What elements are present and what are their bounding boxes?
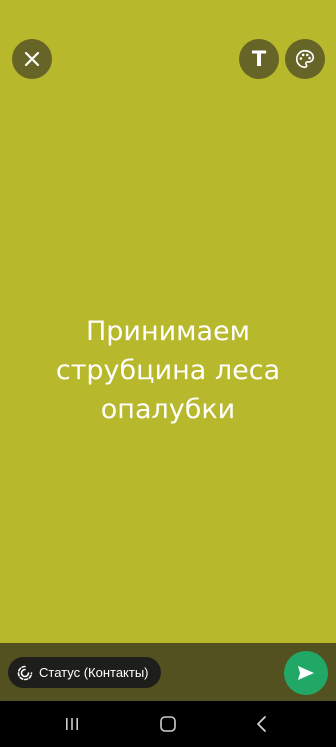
- send-icon: [296, 663, 316, 683]
- status-canvas[interactable]: T Принимаем струбцина леса опалубки: [0, 0, 336, 643]
- back-button[interactable]: [232, 701, 292, 747]
- close-icon: [23, 50, 41, 68]
- close-button[interactable]: [12, 39, 52, 79]
- text-style-button[interactable]: T: [239, 39, 279, 79]
- recents-icon: [64, 716, 80, 732]
- status-text-line: Принимаем: [85, 316, 251, 347]
- send-button[interactable]: [284, 651, 328, 695]
- back-icon: [255, 715, 269, 733]
- status-icon: [17, 665, 33, 681]
- text-format-icon: T: [251, 46, 267, 71]
- audience-label: Статус (Контакты): [39, 665, 149, 680]
- status-audience-selector[interactable]: Статус (Контакты): [8, 657, 161, 688]
- recents-button[interactable]: [42, 701, 102, 747]
- home-icon: [159, 715, 177, 733]
- system-navigation-bar: [0, 701, 336, 747]
- status-text-line: опалубки: [100, 394, 236, 425]
- palette-icon: [294, 48, 316, 70]
- status-text[interactable]: Принимаем струбцина леса опалубки: [0, 312, 336, 429]
- composer-bar: Статус (Контакты): [0, 643, 336, 701]
- status-text-line: струбцина леса: [55, 355, 281, 386]
- home-button[interactable]: [138, 701, 198, 747]
- color-palette-button[interactable]: [285, 39, 325, 79]
